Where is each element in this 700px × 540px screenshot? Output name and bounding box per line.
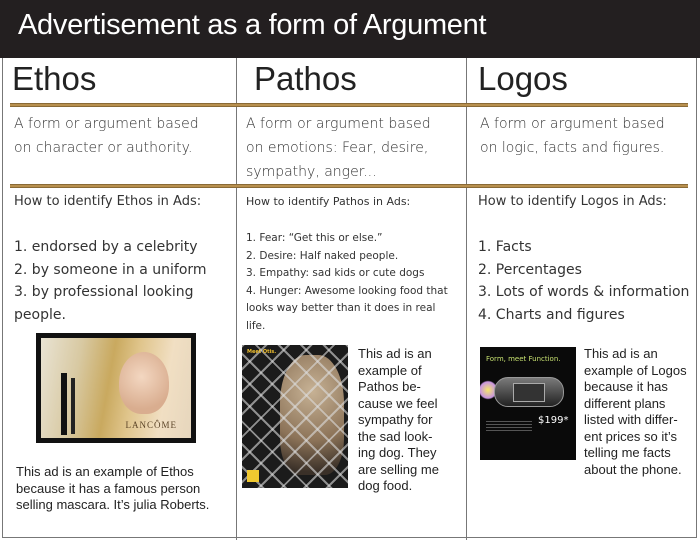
ad-headline: Form, meet Function. <box>486 355 561 363</box>
logos-ad-image: Form, meet Function. $199* <box>480 347 576 460</box>
caption-line: listed with differ- <box>584 412 678 427</box>
list-item: 1. Fear: “Get this or else.” <box>246 232 383 244</box>
list-item: 4. Hunger: Awesome looking food that <box>246 284 448 297</box>
list-item: 2. Desire: Half naked people. <box>246 249 399 262</box>
definition-line: on character or authority. <box>14 140 193 156</box>
plan-list-graphic <box>486 419 532 433</box>
list-item: 3. Lots of words & information <box>478 284 690 300</box>
caption-line: ing dog. They <box>358 445 437 460</box>
column-heading-ethos: Ethos <box>12 60 97 97</box>
caption-line: cause we feel <box>358 395 438 411</box>
column-heading-logos: Logos <box>478 60 568 97</box>
heading-rule <box>10 103 688 107</box>
caption-line: ent prices so it’s <box>584 428 677 444</box>
mascara-icon <box>71 378 75 434</box>
how-heading-pathos: How to identify Pathos in Ads: <box>246 195 411 208</box>
definition-line: on emotions: Fear, desire, <box>246 140 429 156</box>
list-item: 4. Charts and figures <box>478 306 625 323</box>
list-ethos: 1. endorsed by a celebrity 2. by someone… <box>14 236 207 326</box>
phone-screen <box>513 383 545 402</box>
column-heading-pathos: Pathos <box>254 60 357 97</box>
list-item: people. <box>14 306 66 323</box>
brand-logo: LANCÔME <box>125 420 177 430</box>
list-item: 2. Percentages <box>478 261 582 278</box>
caption-line: This ad is an <box>584 346 658 361</box>
caption-line: sympathy for <box>358 412 433 427</box>
price-label: $199* <box>538 415 569 426</box>
list-item: life. <box>246 319 266 332</box>
how-heading-ethos: How to identify Ethos in Ads: <box>14 194 202 209</box>
definition-logos: A form or argument based on logic, facts… <box>480 112 665 160</box>
definition-rule <box>10 184 688 188</box>
definition-line: on logic, facts and figures. <box>480 140 665 156</box>
phone-device-icon <box>494 377 564 407</box>
definition-line: A form or argument based <box>14 116 199 132</box>
list-pathos: 1. Fear: “Get this or else.” 2. Desire: … <box>246 230 448 335</box>
mascara-icon <box>61 373 67 435</box>
pathos-ad-image: Meet Otis. <box>242 345 348 488</box>
definition-ethos: A form or argument based on character or… <box>14 112 199 160</box>
caption-line: telling me facts <box>584 445 671 460</box>
definition-line: sympathy, anger... <box>246 164 377 180</box>
list-item: looks way better than it does in real <box>246 302 436 314</box>
caption-line: selling mascara. It’s julia Roberts. <box>16 497 210 512</box>
list-item: 2. by someone in a uniform <box>14 261 207 278</box>
caption-line: the sad look- <box>358 428 433 444</box>
list-item: 3. Empathy: sad kids or cute dogs <box>246 267 425 279</box>
column-divider <box>466 58 467 540</box>
caption-line: dog food. <box>358 478 413 493</box>
caption-line: are selling me <box>358 461 439 477</box>
caption-line: Pathos be- <box>358 379 421 394</box>
list-item: 1. endorsed by a celebrity <box>14 239 198 255</box>
caption-logos: This ad is an example of Logos because i… <box>584 346 687 478</box>
caption-pathos: This ad is an example of Pathos be- caus… <box>358 346 439 495</box>
face-graphic <box>119 352 169 414</box>
caption-line: This ad is an example of Ethos <box>16 464 194 479</box>
list-item: 1. Facts <box>478 239 532 255</box>
ad-headline: Meet Otis. <box>247 349 277 355</box>
title-bar: Advertisement as a form of Argument <box>0 0 700 58</box>
caption-line: different plans <box>584 395 666 411</box>
caption-line: because it has <box>584 379 668 394</box>
definition-pathos: A form or argument based on emotions: Fe… <box>246 112 431 184</box>
list-item: 3. by professional looking <box>14 284 194 300</box>
ethos-ad-image: LANCÔME <box>36 333 196 443</box>
definition-line: A form or argument based <box>246 116 431 132</box>
caption-line: This ad is an <box>358 346 432 361</box>
caption-line: example of <box>358 362 422 378</box>
fence-graphic <box>242 345 348 488</box>
caption-line: example of Logos <box>584 362 687 378</box>
caption-line: about the phone. <box>584 461 682 477</box>
caption-line: because it has a famous person <box>16 480 201 496</box>
how-heading-logos: How to identify Logos in Ads: <box>478 194 667 209</box>
list-logos: 1. Facts 2. Percentages 3. Lots of words… <box>478 236 689 326</box>
column-divider <box>236 58 237 540</box>
page-title: Advertisement as a form of Argument <box>18 9 487 41</box>
brand-logo-icon <box>247 470 259 482</box>
caption-ethos: This ad is an example of Ethos because i… <box>16 464 209 514</box>
definition-line: A form or argument based <box>480 116 665 132</box>
